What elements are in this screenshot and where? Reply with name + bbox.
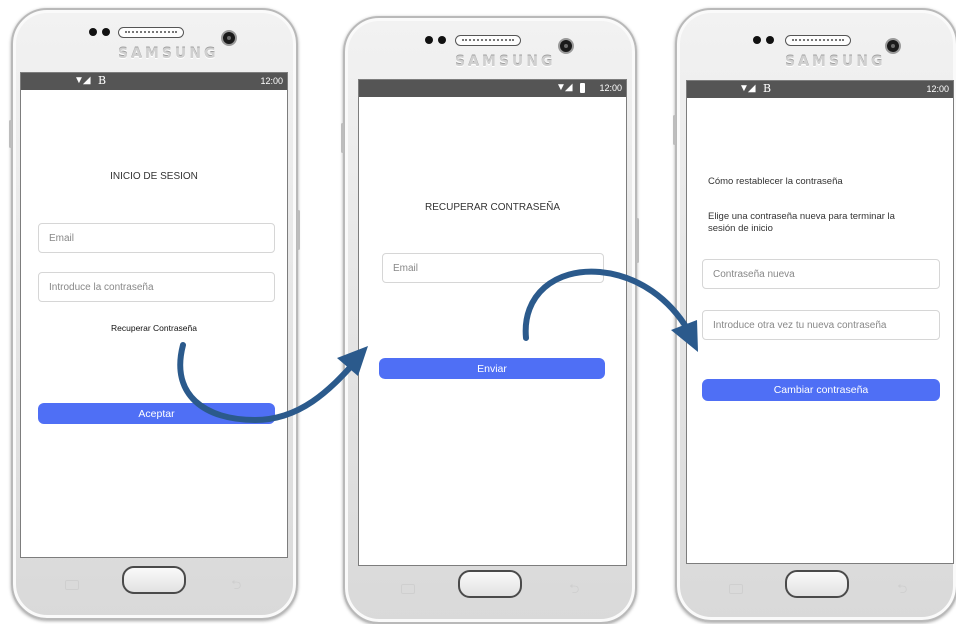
flow-arrow-icon [522, 268, 691, 341]
flow-arrowhead-1 [337, 346, 368, 376]
flow-arrow-icon [177, 342, 358, 424]
flow-arrows [177, 268, 698, 424]
